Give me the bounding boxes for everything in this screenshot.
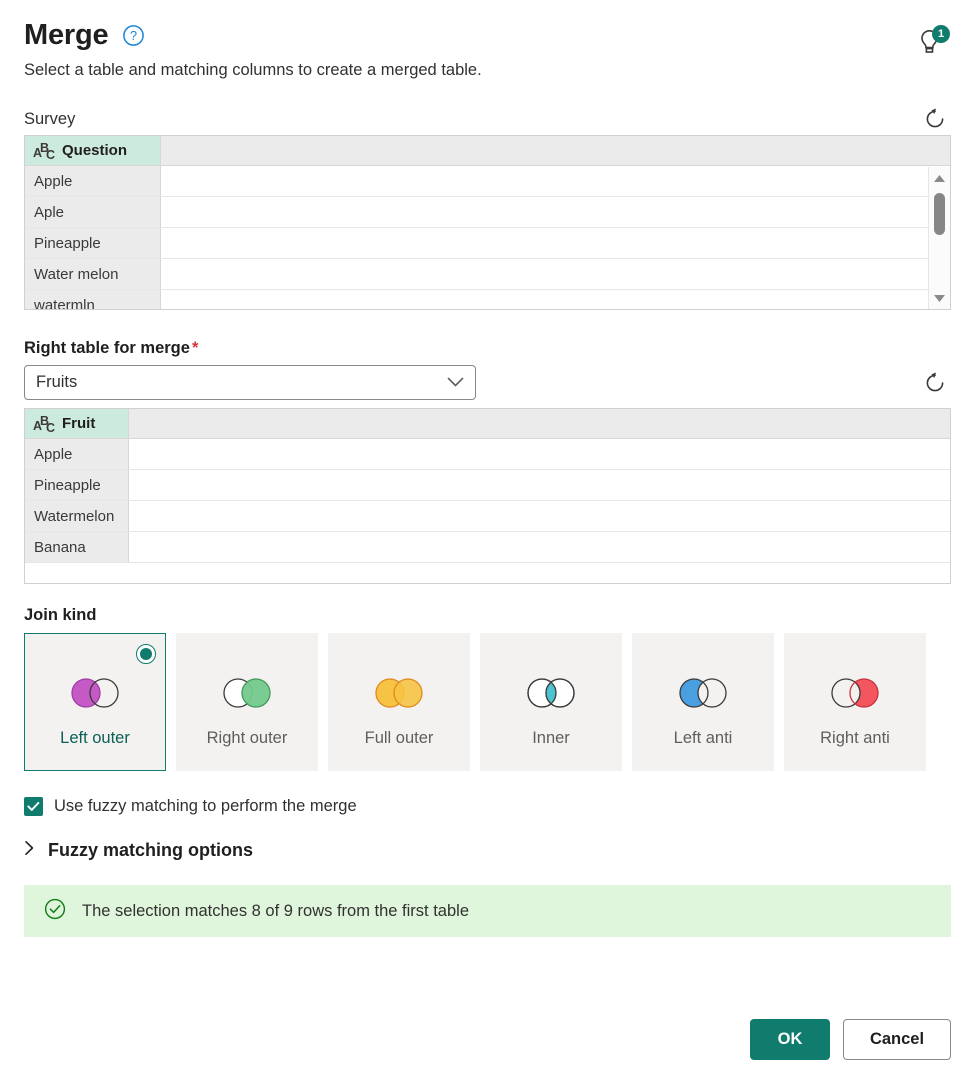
venn-left-outer-icon — [63, 676, 127, 715]
scroll-down-arrow-icon[interactable] — [929, 287, 951, 309]
left-table-refresh-icon[interactable] — [919, 103, 951, 135]
table-row[interactable]: Water melon — [25, 259, 950, 290]
table-cell: Aple — [25, 197, 161, 227]
row-filler — [129, 470, 950, 500]
scroll-up-arrow-icon[interactable] — [929, 167, 951, 189]
help-circle-icon[interactable]: ? — [122, 24, 145, 47]
join-option-label: Full outer — [359, 728, 440, 749]
tips-badge-count: 1 — [932, 25, 950, 43]
right-table-dropdown-row: Fruits — [24, 365, 951, 400]
left-table-column-header-label: Question — [62, 142, 127, 159]
venn-left-anti-icon — [671, 676, 735, 715]
table-cell: Pineapple — [25, 470, 129, 500]
table-cell: Pineapple — [25, 228, 161, 258]
join-option-right-anti[interactable]: Right anti — [784, 633, 926, 771]
right-table-header-row: ABC Fruit — [25, 409, 950, 439]
page-title: Merge — [24, 18, 108, 52]
status-message-bar: The selection matches 8 of 9 rows from t… — [24, 885, 951, 937]
join-option-left-anti[interactable]: Left anti — [632, 633, 774, 771]
dialog-header: Merge ? — [24, 0, 951, 48]
table-row[interactable]: Watermelon — [25, 501, 950, 532]
join-option-full-outer[interactable]: Full outer — [328, 633, 470, 771]
success-check-circle-icon — [43, 897, 67, 926]
table-row[interactable]: Pineapple — [25, 470, 950, 501]
table-cell: watermln — [25, 290, 161, 310]
join-option-radio[interactable] — [136, 644, 156, 664]
right-table-column-header[interactable]: ABC Fruit — [25, 409, 129, 438]
join-option-label: Right anti — [814, 728, 896, 749]
fuzzy-matching-checkbox-row[interactable]: Use fuzzy matching to perform the merge — [24, 797, 357, 816]
right-table-header-filler — [129, 409, 950, 438]
table-cell: Apple — [25, 166, 161, 196]
join-kind-options: Left outer Right outer Full outer — [24, 633, 951, 771]
fuzzy-matching-checkbox-label: Use fuzzy matching to perform the merge — [54, 797, 357, 816]
row-filler — [129, 532, 950, 562]
join-option-label: Inner — [526, 728, 576, 749]
left-table-scrollbar[interactable] — [928, 167, 950, 309]
join-option-right-outer[interactable]: Right outer — [176, 633, 318, 771]
row-filler — [129, 501, 950, 531]
join-option-label: Left anti — [668, 728, 739, 749]
venn-right-anti-icon — [823, 676, 887, 715]
table-row[interactable]: Aple — [25, 197, 950, 228]
status-message-text: The selection matches 8 of 9 rows from t… — [82, 902, 469, 921]
row-filler — [161, 259, 950, 289]
chevron-down-icon — [447, 373, 464, 392]
venn-inner-icon — [519, 676, 583, 715]
table-row[interactable]: Apple — [25, 439, 950, 470]
join-option-label: Left outer — [54, 728, 136, 749]
row-filler — [161, 290, 950, 310]
tips-lightbulb-button[interactable]: 1 — [913, 25, 951, 59]
table-row[interactable]: Pineapple — [25, 228, 950, 259]
abc-text-type-icon: ABC — [33, 415, 55, 433]
row-filler — [161, 166, 950, 196]
table-row[interactable]: Apple — [25, 166, 950, 197]
right-table-label-text: Right table for merge — [24, 339, 190, 357]
left-table-label: Survey — [24, 109, 75, 129]
join-option-left-outer[interactable]: Left outer — [24, 633, 166, 771]
left-table-header-row: ABC Question — [25, 136, 950, 166]
left-table-body: Apple Aple Pineapple Water melon waterml… — [25, 166, 950, 310]
table-row[interactable]: watermln — [25, 290, 950, 310]
right-table-body: Apple Pineapple Watermelon Banana — [25, 439, 950, 563]
right-table-field-label: Right table for merge* — [24, 338, 951, 358]
checkmark-icon — [27, 801, 40, 812]
right-table-column-header-label: Fruit — [62, 415, 95, 432]
scrollbar-thumb[interactable] — [934, 193, 945, 235]
svg-text:?: ? — [130, 28, 137, 43]
venn-right-outer-icon — [215, 676, 279, 715]
venn-full-outer-icon — [367, 676, 431, 715]
fuzzy-matching-options-title: Fuzzy matching options — [48, 840, 253, 861]
left-table-header-filler — [161, 136, 950, 165]
row-filler — [161, 228, 950, 258]
left-table-column-header[interactable]: ABC Question — [25, 136, 161, 165]
fuzzy-matching-checkbox[interactable] — [24, 797, 43, 816]
abc-text-type-icon: ABC — [33, 142, 55, 160]
join-option-inner[interactable]: Inner — [480, 633, 622, 771]
table-row[interactable]: Banana — [25, 532, 950, 563]
chevron-right-icon — [24, 840, 35, 861]
row-filler — [129, 439, 950, 469]
dialog-footer: OK Cancel — [750, 1019, 951, 1060]
join-option-label: Right outer — [201, 728, 294, 749]
cancel-button[interactable]: Cancel — [843, 1019, 951, 1060]
join-kind-label: Join kind — [24, 606, 951, 625]
table-cell: Water melon — [25, 259, 161, 289]
fuzzy-matching-options-expander[interactable]: Fuzzy matching options — [24, 840, 253, 861]
row-filler — [161, 197, 950, 227]
table-cell: Watermelon — [25, 501, 129, 531]
right-table-preview[interactable]: ABC Fruit Apple Pineapple Watermelon Ban… — [24, 408, 951, 584]
left-table-label-row: Survey — [24, 103, 951, 135]
right-table-selected-value: Fruits — [36, 373, 77, 392]
merge-dialog: Merge ? 1 Select a table and matching co… — [0, 0, 975, 1090]
ok-button[interactable]: OK — [750, 1019, 830, 1060]
dialog-subtitle: Select a table and matching columns to c… — [24, 59, 951, 81]
required-marker: * — [192, 339, 198, 357]
left-table-preview[interactable]: ABC Question Apple Aple Pineapple Water … — [24, 135, 951, 310]
table-cell: Apple — [25, 439, 129, 469]
right-table-refresh-icon[interactable] — [919, 367, 951, 399]
table-cell: Banana — [25, 532, 129, 562]
right-table-dropdown[interactable]: Fruits — [24, 365, 476, 400]
